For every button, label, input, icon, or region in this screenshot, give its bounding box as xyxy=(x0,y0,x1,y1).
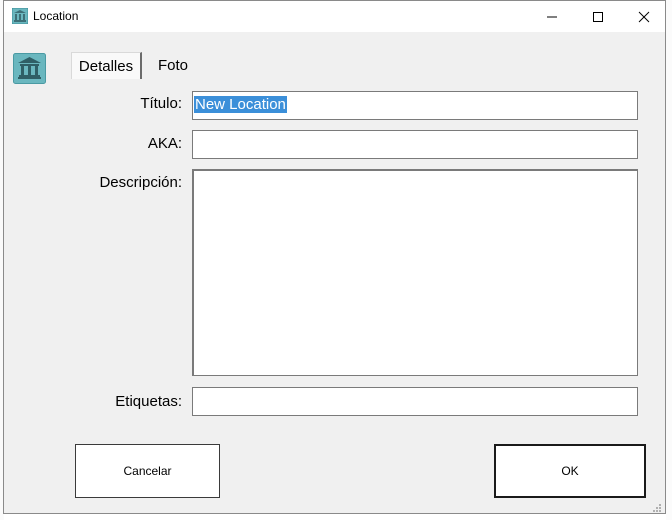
maximize-icon xyxy=(593,11,603,22)
cancel-button[interactable]: Cancelar xyxy=(75,444,220,498)
close-button[interactable] xyxy=(621,1,667,32)
etiquetas-label: Etiquetas: xyxy=(115,393,182,410)
titulo-value: New Location xyxy=(194,96,287,113)
background-edge xyxy=(666,0,672,520)
descripcion-textarea[interactable] xyxy=(192,169,638,376)
tab-detalles[interactable]: Detalles xyxy=(71,52,142,79)
museum-icon xyxy=(11,7,29,25)
aka-label: AKA: xyxy=(147,135,182,152)
tab-foto[interactable]: Foto xyxy=(151,52,195,79)
etiquetas-field[interactable] xyxy=(192,387,638,416)
close-icon xyxy=(638,11,650,22)
descripcion-label: Descripción: xyxy=(99,174,182,191)
titulo-label: Título: xyxy=(140,95,182,112)
title-bar[interactable]: Location xyxy=(4,1,665,32)
titulo-field[interactable]: New Location xyxy=(192,91,638,120)
location-dialog: Location Detalles Foto Título: New Locat… xyxy=(3,0,666,514)
museum-icon xyxy=(13,53,46,84)
aka-field[interactable] xyxy=(192,130,638,159)
ok-button[interactable]: OK xyxy=(494,444,646,498)
maximize-button[interactable] xyxy=(575,1,621,32)
minimize-icon xyxy=(547,16,557,17)
resize-grip-icon[interactable] xyxy=(652,500,662,512)
window-title: Location xyxy=(33,9,79,23)
minimize-button[interactable] xyxy=(529,1,575,32)
